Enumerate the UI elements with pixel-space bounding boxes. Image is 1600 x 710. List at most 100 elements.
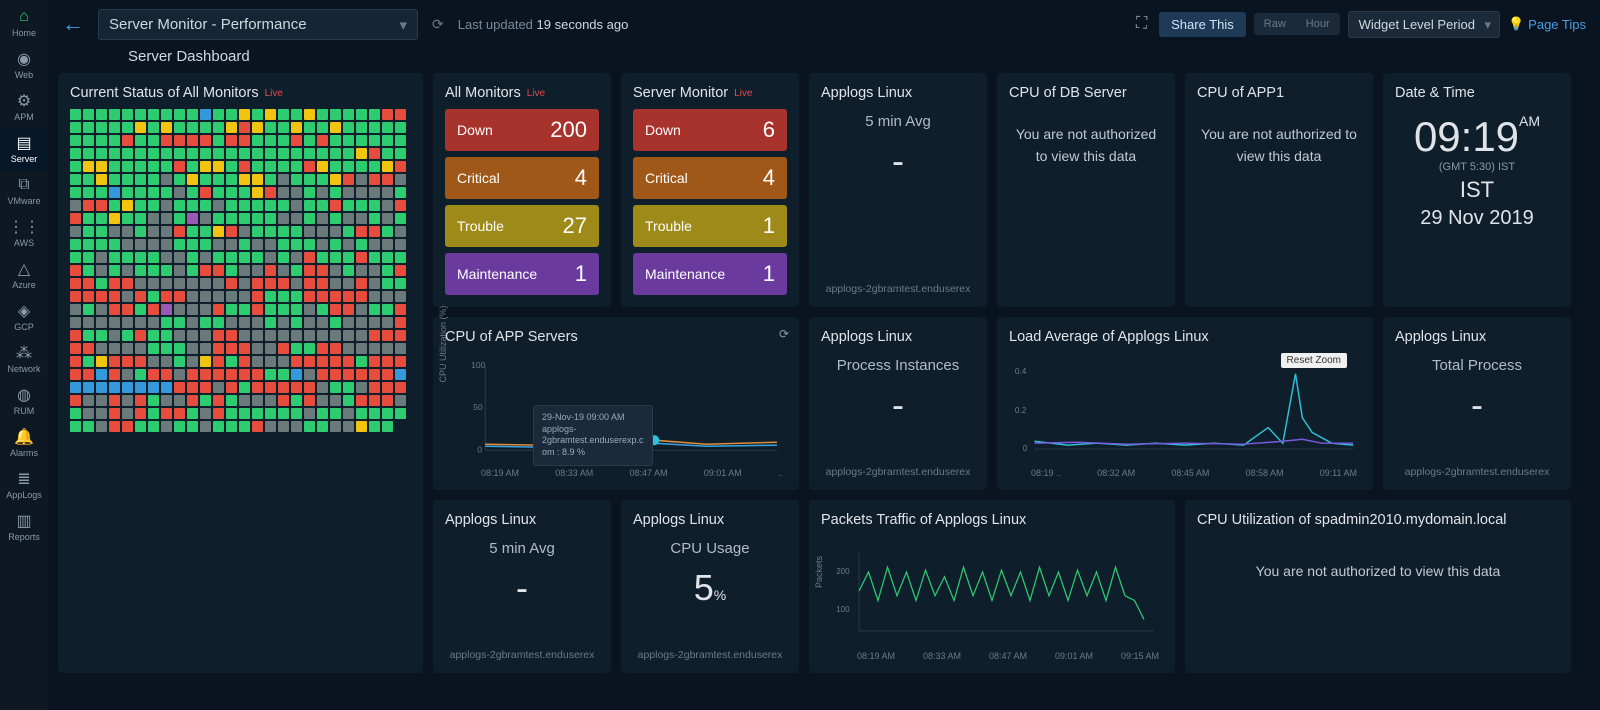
status-cell[interactable] (265, 356, 276, 367)
status-cell[interactable] (213, 122, 224, 133)
status-cell[interactable] (317, 161, 328, 172)
status-cell[interactable] (278, 343, 289, 354)
status-cell[interactable] (174, 356, 185, 367)
status-cell[interactable] (356, 317, 367, 328)
status-cell[interactable] (200, 213, 211, 224)
status-cell[interactable] (356, 226, 367, 237)
status-cell[interactable] (70, 421, 81, 432)
status-cell[interactable] (330, 239, 341, 250)
status-cell[interactable] (187, 330, 198, 341)
status-cell[interactable] (369, 395, 380, 406)
status-cell[interactable] (213, 395, 224, 406)
status-cell[interactable] (369, 356, 380, 367)
status-cell[interactable] (343, 421, 354, 432)
status-cell[interactable] (356, 356, 367, 367)
status-cell[interactable] (96, 278, 107, 289)
status-cell[interactable] (278, 291, 289, 302)
status-cell[interactable] (148, 304, 159, 315)
status-cell[interactable] (265, 200, 276, 211)
status-cell[interactable] (343, 148, 354, 159)
status-cell[interactable] (122, 252, 133, 263)
status-cell[interactable] (213, 317, 224, 328)
status-cell[interactable] (70, 291, 81, 302)
status-cell[interactable] (122, 330, 133, 341)
status-cell[interactable] (304, 226, 315, 237)
status-cell[interactable] (96, 109, 107, 120)
status-cell[interactable] (109, 369, 120, 380)
status-cell[interactable] (226, 382, 237, 393)
status-cell[interactable] (148, 395, 159, 406)
status-cell[interactable] (148, 213, 159, 224)
status-cell[interactable] (317, 330, 328, 341)
status-cell[interactable] (200, 122, 211, 133)
status-cell[interactable] (291, 226, 302, 237)
status-cell[interactable] (83, 213, 94, 224)
status-cell[interactable] (239, 343, 250, 354)
status-cell[interactable] (278, 213, 289, 224)
status-cell[interactable] (109, 395, 120, 406)
status-cell[interactable] (83, 148, 94, 159)
page-tips-link[interactable]: 💡 Page Tips (1508, 16, 1586, 32)
status-cell[interactable] (265, 330, 276, 341)
status-cell[interactable] (291, 213, 302, 224)
status-cell[interactable] (291, 421, 302, 432)
status-cell[interactable] (122, 174, 133, 185)
status-cell[interactable] (161, 304, 172, 315)
status-cell[interactable] (109, 252, 120, 263)
status-cell[interactable] (330, 265, 341, 276)
status-cell[interactable] (239, 330, 250, 341)
status-cell[interactable] (135, 265, 146, 276)
status-cell[interactable] (356, 291, 367, 302)
status-cell[interactable] (83, 135, 94, 146)
status-cell[interactable] (148, 317, 159, 328)
status-cell[interactable] (252, 356, 263, 367)
status-cell[interactable] (382, 343, 393, 354)
status-cell[interactable] (395, 252, 406, 263)
status-cell[interactable] (70, 187, 81, 198)
status-cell[interactable] (356, 161, 367, 172)
status-cell[interactable] (213, 187, 224, 198)
status-cell[interactable] (96, 213, 107, 224)
status-cell[interactable] (200, 109, 211, 120)
status-cell[interactable] (109, 408, 120, 419)
nav-item-web[interactable]: ◉Web (0, 44, 48, 86)
status-cell[interactable] (291, 317, 302, 328)
status-cell[interactable] (174, 135, 185, 146)
status-cell[interactable] (356, 369, 367, 380)
status-cell[interactable] (304, 213, 315, 224)
status-cell[interactable] (343, 161, 354, 172)
status-cell[interactable] (278, 330, 289, 341)
status-cell[interactable] (317, 291, 328, 302)
status-cell[interactable] (382, 239, 393, 250)
status-cell[interactable] (187, 291, 198, 302)
status-cell[interactable] (83, 200, 94, 211)
nav-item-applogs[interactable]: ≣AppLogs (0, 464, 48, 506)
status-cell[interactable] (148, 174, 159, 185)
status-cell[interactable] (317, 213, 328, 224)
status-cell[interactable] (200, 278, 211, 289)
status-cell[interactable] (317, 278, 328, 289)
status-cell[interactable] (122, 369, 133, 380)
status-cell[interactable] (317, 356, 328, 367)
status-cell[interactable] (96, 239, 107, 250)
status-grid[interactable] (70, 109, 411, 432)
status-cell[interactable] (239, 408, 250, 419)
status-cell[interactable] (265, 148, 276, 159)
status-cell[interactable] (161, 135, 172, 146)
status-cell[interactable] (382, 278, 393, 289)
status-cell[interactable] (122, 408, 133, 419)
status-cell[interactable] (369, 174, 380, 185)
stat-row-maintenance[interactable]: Maintenance1 (633, 253, 787, 295)
status-cell[interactable] (83, 408, 94, 419)
status-cell[interactable] (161, 317, 172, 328)
status-cell[interactable] (369, 343, 380, 354)
status-cell[interactable] (122, 148, 133, 159)
status-cell[interactable] (356, 148, 367, 159)
status-cell[interactable] (356, 109, 367, 120)
status-cell[interactable] (369, 252, 380, 263)
status-cell[interactable] (96, 252, 107, 263)
status-cell[interactable] (109, 343, 120, 354)
status-cell[interactable] (70, 343, 81, 354)
status-cell[interactable] (135, 330, 146, 341)
status-cell[interactable] (395, 304, 406, 315)
